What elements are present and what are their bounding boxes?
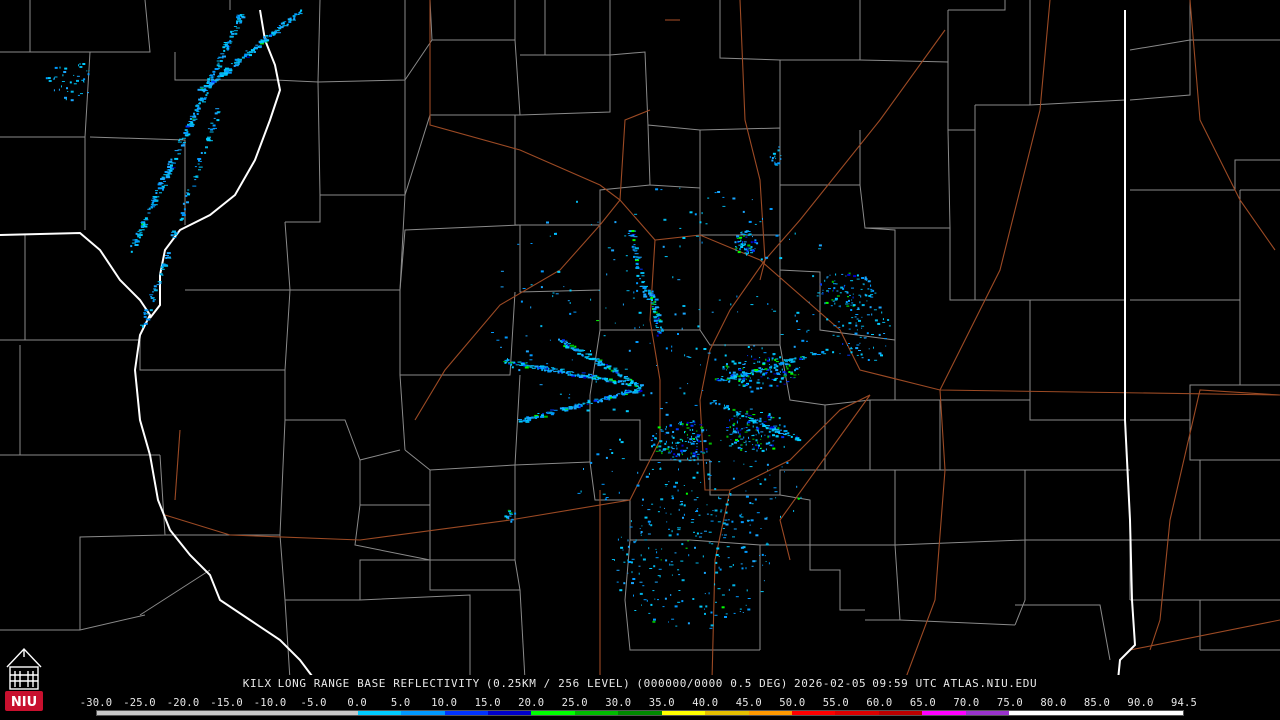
scale-tick-label: 45.0 [735,697,762,709]
scale-tick-label: 40.0 [692,697,719,709]
scale-color-segment [140,711,184,715]
product-resolution: (0.25KM / 256 LEVEL) [485,677,631,690]
scale-color-segment [705,711,749,715]
scale-color-segment [183,711,228,715]
niu-logo: NIU [5,647,43,711]
scale-tick-label: 80.0 [1040,697,1067,709]
scale-tick-label: 75.0 [996,697,1023,709]
scale-color-segment [487,711,532,715]
scale-color-segment [270,711,315,715]
scale-color-segment [401,711,445,715]
county-boundaries [0,0,1280,681]
product-caption: KILX LONG RANGE BASE REFLECTIVITY (0.25KM … [0,677,1280,690]
product-time: 09:59 UTC [872,677,938,690]
scale-color-segment [965,711,1010,715]
scale-tick-label: -25.0 [123,697,156,709]
scale-color-segment [661,711,706,715]
station-id: KILX [242,677,272,690]
scale-color-segment [1009,711,1053,715]
color-scale-labels: -30.0 -25.0 -20.0 -15.0 -10.0 -5.0 0.0 5.0 10.0 1… [0,697,1280,709]
scale-tick-label: 94.5 [1170,697,1198,709]
radar-map [0,0,1280,720]
scale-color-segment [835,711,879,715]
scale-color-segment [922,711,966,715]
scale-tick-label: 55.0 [822,697,849,709]
scale-color-segment [878,711,923,715]
product-title: LONG RANGE BASE REFLECTIVITY [277,677,480,690]
scale-tick-label: 35.0 [648,697,675,709]
product-source: ATLAS.NIU.EDU [943,677,1038,690]
scale-color-segment [574,711,619,715]
highways [164,0,1280,681]
scale-tick-label: 25.0 [561,697,588,709]
product-volume: (000000/0000 0.5 DEG) [636,677,789,690]
scale-tick-label: 90.0 [1127,697,1154,709]
scale-color-segment [314,711,358,715]
scale-tick-label: -20.0 [166,697,200,709]
scale-color-segment [1052,711,1097,715]
scale-tick-label: -15.0 [210,697,243,709]
scale-tick-label: 70.0 [953,697,980,709]
scale-tick-label: 85.0 [1083,697,1110,709]
scale-color-segment [792,711,836,715]
scale-tick-label: 50.0 [779,697,806,709]
scale-tick-label: -10.0 [253,697,287,709]
scale-color-segment [618,711,662,715]
product-date: 2026-02-05 [794,677,867,690]
niu-logo-text: NIU [11,695,37,710]
niu-tower-icon [6,647,42,690]
scale-tick-label: 60.0 [866,697,893,709]
scale-color-segment [1096,711,1140,715]
scale-tick-label: -30.0 [79,697,113,709]
scale-tick-label: 20.0 [518,697,545,709]
scale-color-segment [444,711,488,715]
scale-color-segment [357,711,402,715]
color-scale-bar [96,710,1184,716]
scale-tick-label: 15.0 [474,697,501,709]
scale-color-segment [531,711,575,715]
scale-tick-label: 65.0 [909,697,936,709]
scale-tick-label: 30.0 [605,697,632,709]
reflectivity-echoes [45,9,891,629]
scale-color-segment [1139,711,1183,715]
scale-color-segment [97,711,141,715]
scale-color-segment [748,711,792,715]
scale-color-segment [227,711,271,715]
scale-tick-label: 0.0 [347,697,367,709]
scale-tick-label: 10.0 [431,697,458,709]
scale-tick-label: -5.0 [300,697,327,709]
scale-tick-label: 5.0 [390,697,411,709]
